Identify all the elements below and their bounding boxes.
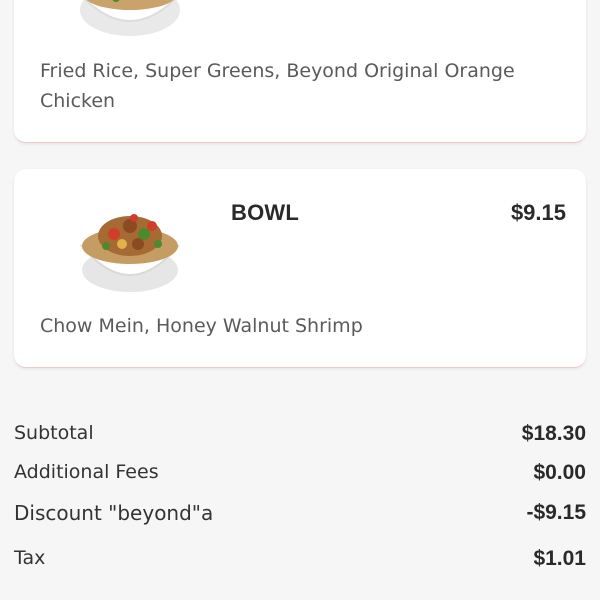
- subtotal-row: Subtotal $18.30: [14, 422, 586, 452]
- subtotal-label: Subtotal: [14, 422, 94, 444]
- discount-row: Discount "beyond"a -$9.15: [14, 501, 586, 531]
- item-name: BOWL: [231, 200, 300, 225]
- tax-value: $1.01: [533, 547, 586, 570]
- order-summary-page: Fried Rice, Super Greens, Beyond Origina…: [0, 0, 600, 600]
- fees-value: $0.00: [533, 461, 586, 484]
- item-price: $9.15: [510, 200, 566, 225]
- food-bowl-icon: [80, 0, 180, 36]
- subtotal-value: $18.30: [521, 422, 586, 445]
- discount-label: Discount "beyond"a: [14, 501, 214, 525]
- tax-label: Tax: [14, 547, 46, 569]
- discount-value: -$9.15: [526, 501, 586, 524]
- item-description: Fried Rice, Super Greens, Beyond Origina…: [40, 60, 515, 112]
- fees-row: Additional Fees $0.00: [14, 461, 586, 491]
- food-bowl-icon: [79, 214, 181, 292]
- order-item-card[interactable]: Fried Rice, Super Greens, Beyond Origina…: [14, 0, 586, 143]
- order-item-card[interactable]: BOWL $9.15 Chow Mein, Honey Walnut Shrim…: [14, 169, 586, 368]
- fees-label: Additional Fees: [14, 461, 159, 483]
- tax-row: Tax $1.01: [14, 547, 586, 577]
- item-description: Chow Mein, Honey Walnut Shrimp: [40, 315, 363, 337]
